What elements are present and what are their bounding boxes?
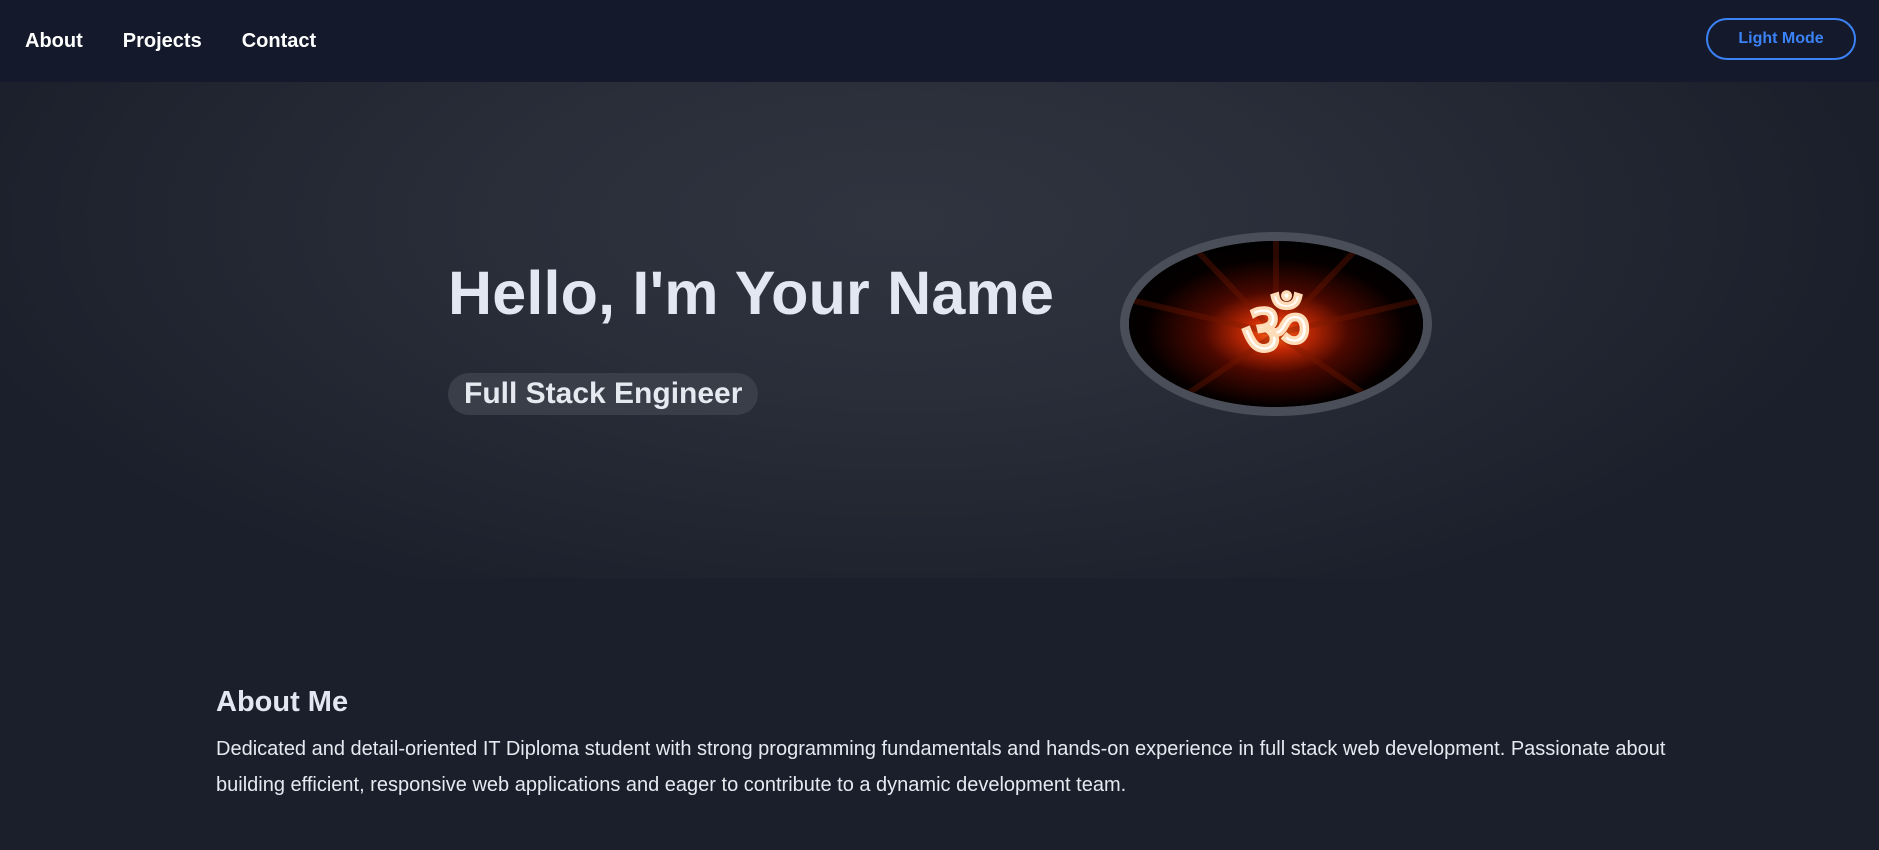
avatar: ॐ <box>1120 232 1432 416</box>
about-section: About Me Dedicated and detail-oriented I… <box>216 686 1676 803</box>
nav-link-projects[interactable]: Projects <box>123 30 202 53</box>
nav-link-contact[interactable]: Contact <box>242 30 316 53</box>
nav-link-about[interactable]: About <box>25 30 83 53</box>
light-mode-toggle-button[interactable]: Light Mode <box>1706 18 1856 60</box>
hero-title: Hello, I'm Your Name <box>448 259 1055 327</box>
hero-section: Hello, I'm Your Name Full Stack Engineer <box>0 82 1879 578</box>
about-text: Dedicated and detail-oriented IT Diploma… <box>216 738 1666 796</box>
om-symbol-icon: ॐ <box>1129 241 1423 407</box>
nav-links: About Projects Contact <box>25 0 316 82</box>
about-title: About Me <box>216 686 349 718</box>
navbar: About Projects Contact Light Mode <box>0 0 1879 82</box>
svg-text:ॐ: ॐ <box>1241 285 1311 374</box>
role-badge: Full Stack Engineer <box>448 373 759 415</box>
